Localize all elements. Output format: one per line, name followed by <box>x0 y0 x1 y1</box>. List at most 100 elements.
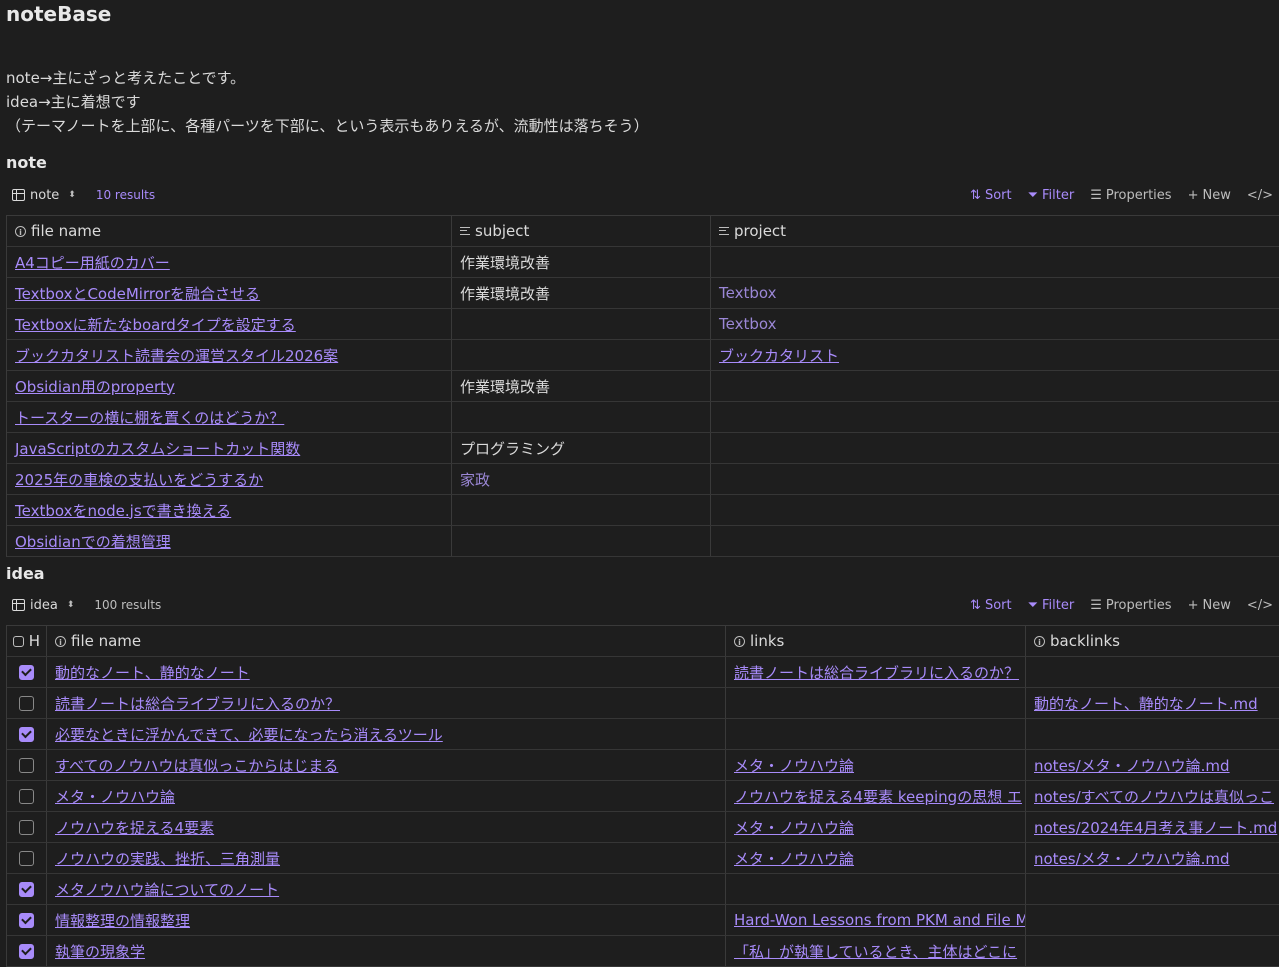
table-row: Textboxに新たなboardタイプを設定する Textbox <box>7 309 1279 340</box>
column-header-backlinks[interactable]: i backlinks <box>1026 626 1279 656</box>
idea-section-heading: idea <box>6 564 45 583</box>
file-link[interactable]: すべてのノウハウは真似っこからはじまる <box>55 755 338 776</box>
subject-cell: 家政 <box>452 464 711 494</box>
link-value[interactable]: メタ・ノウハウ論 <box>734 817 854 838</box>
backlink-value[interactable]: notes/メタ・ノウハウ論.md <box>1034 755 1230 776</box>
column-label: project <box>734 222 787 240</box>
link-value[interactable]: メタ・ノウハウ論 <box>734 755 854 776</box>
sort-button[interactable]: ⇅ Sort <box>970 598 1012 613</box>
idea-view-selector[interactable]: idea ⬍ <box>6 598 80 613</box>
project-value[interactable]: Textbox <box>719 315 776 333</box>
note-view-selector[interactable]: note ⬍ <box>6 188 82 203</box>
row-checkbox[interactable] <box>19 881 34 897</box>
subject-cell <box>452 340 711 370</box>
project-cell <box>711 526 1279 556</box>
file-link[interactable]: Textboxに新たなboardタイプを設定する <box>15 314 296 335</box>
subject-value: 作業環境改善 <box>460 253 551 272</box>
properties-button[interactable]: ☰ Properties <box>1090 598 1171 613</box>
file-link[interactable]: 2025年の車検の支払いをどうするか <box>15 469 263 490</box>
file-link[interactable]: メタ・ノウハウ論 <box>55 786 175 807</box>
backlink-value[interactable]: notes/メタ・ノウハウ論.md <box>1034 848 1230 869</box>
table-icon <box>12 189 25 201</box>
file-name-cell: 2025年の車検の支払いをどうするか <box>7 464 452 494</box>
file-link[interactable]: TextboxとCodeMirrorを融合させる <box>15 283 260 304</box>
file-link[interactable]: Obsidianでの着想管理 <box>15 531 171 552</box>
row-checkbox[interactable] <box>19 664 34 680</box>
link-value[interactable]: Hard-Won Lessons from PKM and File Ma <box>734 911 1025 929</box>
column-header-project[interactable]: project <box>711 216 1279 246</box>
new-button[interactable]: + New <box>1188 598 1231 613</box>
row-checkbox[interactable] <box>19 757 34 773</box>
column-header-h[interactable]: H <box>7 626 47 656</box>
file-link[interactable]: JavaScriptのカスタムショートカット関数 <box>15 438 300 459</box>
links-cell: メタ・ノウハウ論 <box>726 750 1026 780</box>
text-lines-icon <box>460 227 470 235</box>
column-header-file-name[interactable]: i file name <box>47 626 726 656</box>
column-label: links <box>750 632 785 650</box>
file-link[interactable]: トースターの横に棚を置くのはどうか？ <box>15 407 284 428</box>
new-button[interactable]: + New <box>1188 188 1231 203</box>
file-link[interactable]: Textboxをnode.jsで書き換える <box>15 500 231 521</box>
code-view-button[interactable]: </> <box>1247 598 1273 613</box>
table-row: Textboxをnode.jsで書き換える <box>7 495 1279 526</box>
file-link[interactable]: 情報整理の情報整理 <box>55 910 190 931</box>
file-link[interactable]: 必要なときに浮かんできて、必要になったら消えるツール <box>55 724 443 745</box>
subject-cell <box>452 402 711 432</box>
project-value[interactable]: Textbox <box>719 284 776 302</box>
plus-icon: + <box>1187 187 1199 203</box>
row-checkbox[interactable] <box>19 788 34 804</box>
code-view-button[interactable]: </> <box>1247 188 1273 203</box>
column-header-subject[interactable]: subject <box>452 216 711 246</box>
filter-button[interactable]: ⏷ Filter <box>1028 188 1075 203</box>
results-count[interactable]: 10 results <box>96 188 155 202</box>
filter-button[interactable]: ⏷ Filter <box>1028 598 1075 613</box>
subject-cell: プログラミング <box>452 433 711 463</box>
sort-button[interactable]: ⇅ Sort <box>970 188 1012 203</box>
row-checkbox[interactable] <box>19 912 34 928</box>
row-checkbox[interactable] <box>19 943 34 959</box>
file-name-cell: A4コピー用紙のカバー <box>7 247 452 277</box>
results-count[interactable]: 100 results <box>94 598 161 612</box>
subject-value: 作業環境改善 <box>460 284 551 303</box>
sort-icon: ⇅ <box>970 187 981 203</box>
column-header-file-name[interactable]: i file name <box>7 216 452 246</box>
table-row: TextboxとCodeMirrorを融合させる 作業環境改善 Textbox <box>7 278 1279 309</box>
link-value[interactable]: 読書ノートは総合ライブラリに入るのか？ <box>734 662 1019 683</box>
file-link[interactable]: ノウハウを捉える4要素 <box>55 817 214 838</box>
link-value[interactable]: ノウハウを捉える4要素 keepingの思想 エ <box>734 786 1022 807</box>
project-cell: Textbox <box>711 278 1279 308</box>
table-row: ノウハウの実践、挫折、三角測量 メタ・ノウハウ論 notes/メタ・ノウハウ論.md <box>7 843 1279 874</box>
file-link[interactable]: メタノウハウ論についてのノート <box>55 879 279 900</box>
info-icon: i <box>1034 635 1045 647</box>
file-link[interactable]: 動的なノート、静的なノート <box>55 662 250 683</box>
table-row: トースターの横に棚を置くのはどうか？ <box>7 402 1279 433</box>
subject-cell <box>452 309 711 339</box>
list-icon: ☰ <box>1090 597 1102 613</box>
properties-button[interactable]: ☰ Properties <box>1090 188 1171 203</box>
column-label: file name <box>31 222 102 240</box>
project-value[interactable]: ブックカタリスト <box>719 345 839 366</box>
project-cell <box>711 495 1279 525</box>
row-checkbox[interactable] <box>19 850 34 866</box>
note-toolbar: note ⬍ 10 results ⇅ Sort ⏷ Filter ☰ Propert… <box>6 182 1279 208</box>
checkbox-cell <box>7 688 47 718</box>
column-header-links[interactable]: i links <box>726 626 1026 656</box>
row-checkbox[interactable] <box>19 695 34 711</box>
file-link[interactable]: 読書ノートは総合ライブラリに入るのか？ <box>55 693 340 714</box>
file-link[interactable]: Obsidian用のproperty <box>15 376 175 397</box>
file-link[interactable]: 執筆の現象学 <box>55 941 145 962</box>
backlinks-cell <box>1026 905 1279 935</box>
checkbox-cell <box>7 657 47 687</box>
backlink-value[interactable]: 動的なノート、静的なノート.md <box>1034 693 1258 714</box>
file-link[interactable]: ノウハウの実践、挫折、三角測量 <box>55 848 280 869</box>
backlink-value[interactable]: notes/すべてのノウハウは真似っこ <box>1034 786 1274 807</box>
file-link[interactable]: A4コピー用紙のカバー <box>15 252 170 273</box>
row-checkbox[interactable] <box>19 726 34 742</box>
row-checkbox[interactable] <box>19 819 34 835</box>
file-link[interactable]: ブックカタリスト読書会の運営スタイル2026案 <box>15 345 338 366</box>
link-value[interactable]: 「私」が執筆しているとき、主体はどこに <box>734 941 1017 962</box>
description-line: idea→主に着想です <box>6 93 141 111</box>
backlink-value[interactable]: notes/2024年4月考え事ノート.md <box>1034 817 1277 838</box>
link-value[interactable]: メタ・ノウハウ論 <box>734 848 854 869</box>
idea-table: H i file name i links i backlinks 動的なノート、静的… <box>6 625 1279 967</box>
